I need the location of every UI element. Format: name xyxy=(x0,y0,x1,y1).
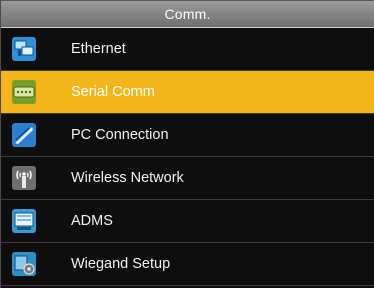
menu-item-label: ADMS xyxy=(71,213,113,229)
menu-item-wiegand-setup[interactable]: Wiegand Setup xyxy=(1,243,374,286)
pc-connection-icon xyxy=(12,123,36,147)
adms-icon xyxy=(12,209,36,233)
menu-item-pc-connection[interactable]: PC Connection xyxy=(1,114,374,157)
menu-item-label: Wiegand Setup xyxy=(71,256,171,272)
serial-comm-icon xyxy=(12,80,36,104)
ethernet-icon xyxy=(12,37,36,61)
menu-item-adms[interactable]: ADMS xyxy=(1,200,374,243)
menu-item-label: Ethernet xyxy=(71,41,126,57)
menu-item-label: Serial Comm xyxy=(71,84,155,100)
wireless-network-icon xyxy=(12,166,36,190)
menu-item-label: PC Connection xyxy=(71,127,169,143)
screen-title: Comm. xyxy=(164,6,211,22)
menu-item-label: Wireless Network xyxy=(71,170,184,186)
menu-item-wireless-network[interactable]: Wireless Network xyxy=(1,157,374,200)
menu-item-serial-comm[interactable]: Serial Comm xyxy=(1,71,374,114)
comm-menu: Ethernet Serial Comm PC Connection Wirel… xyxy=(1,28,374,286)
wiegand-setup-icon xyxy=(12,252,36,276)
title-bar: Comm. xyxy=(1,1,374,28)
menu-item-ethernet[interactable]: Ethernet xyxy=(1,28,374,71)
comm-screen: Comm. Ethernet Serial Comm PC Connection… xyxy=(0,0,374,288)
